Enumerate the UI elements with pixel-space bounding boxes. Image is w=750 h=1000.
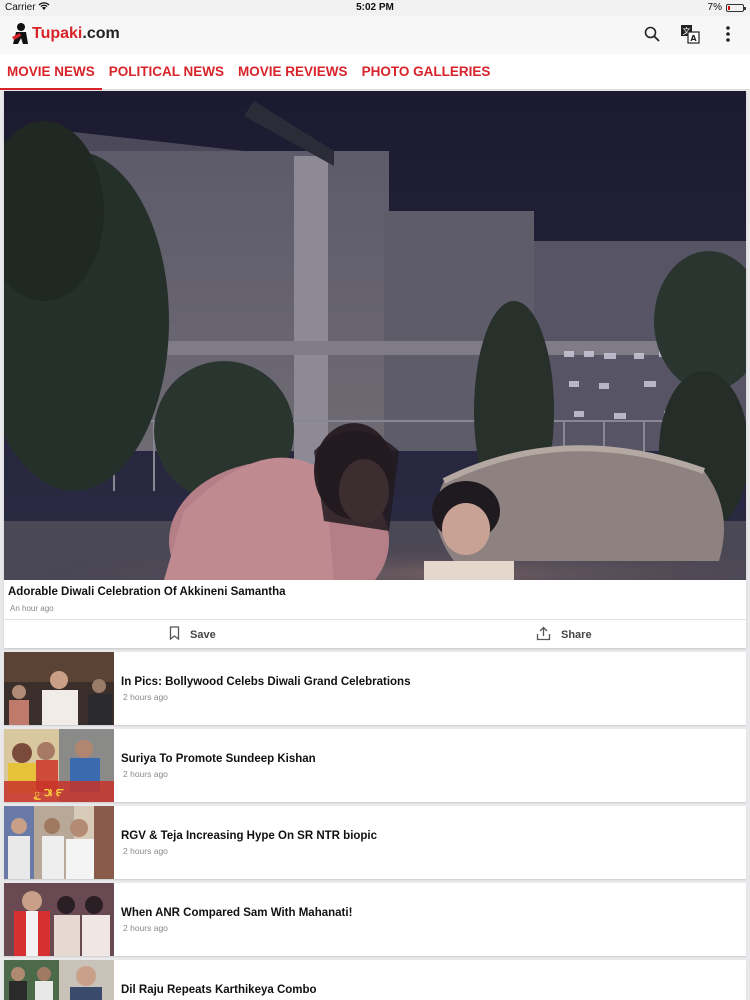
news-title[interactable]: Suriya To Promote Sundeep Kishan: [121, 753, 316, 765]
list-item[interactable]: When ANR Compared Sam With Mahanati! 2 h…: [4, 883, 746, 956]
svg-text:A: A: [690, 34, 697, 43]
list-item[interactable]: In Pics: Bollywood Celebs Diwali Grand C…: [4, 652, 746, 725]
clock: 5:02 PM: [356, 2, 394, 13]
more-vertical-icon[interactable]: [718, 24, 738, 44]
news-title[interactable]: When ANR Compared Sam With Mahanati!: [121, 907, 352, 919]
featured-article-card[interactable]: Adorable Diwali Celebration Of Akkineni …: [4, 91, 746, 648]
svg-text:ౖ ౫ ౯: ౖ ౫ ౯: [33, 786, 63, 800]
tab-political-news[interactable]: POLITICAL NEWS: [109, 54, 224, 89]
battery-percent: 7%: [707, 2, 722, 13]
logo-suffix: .com: [82, 25, 120, 42]
featured-timestamp: An hour ago: [10, 604, 54, 613]
app-bar: Tupaki.com 文 A: [0, 16, 750, 54]
bookmark-icon: [169, 626, 180, 643]
news-thumbnail[interactable]: [4, 883, 114, 956]
featured-title[interactable]: Adorable Diwali Celebration Of Akkineni …: [8, 586, 286, 598]
logo-person-icon: [11, 22, 31, 46]
save-button[interactable]: Save: [169, 626, 216, 643]
featured-photo[interactable]: [4, 91, 746, 580]
news-thumbnail[interactable]: [4, 652, 114, 725]
logo-name: Tupaki: [32, 25, 83, 42]
news-timestamp: 2 hours ago: [123, 846, 168, 856]
category-tabs: MOVIE NEWS POLITICAL NEWS MOVIE REVIEWS …: [0, 54, 750, 90]
save-label: Save: [190, 628, 216, 641]
share-button[interactable]: Share: [536, 626, 592, 644]
news-title[interactable]: RGV & Teja Increasing Hype On SR NTR bio…: [121, 830, 377, 842]
news-title[interactable]: Dil Raju Repeats Karthikeya Combo: [121, 984, 317, 996]
news-timestamp: 2 hours ago: [123, 692, 168, 702]
share-icon: [536, 626, 551, 644]
news-title[interactable]: In Pics: Bollywood Celebs Diwali Grand C…: [121, 676, 410, 688]
news-thumbnail[interactable]: [4, 960, 114, 1000]
tab-movie-news[interactable]: MOVIE NEWS: [0, 54, 102, 90]
search-icon[interactable]: [642, 24, 662, 44]
list-item[interactable]: RGV & Teja Increasing Hype On SR NTR bio…: [4, 806, 746, 879]
status-bar: Carrier 5:02 PM 7%: [0, 0, 750, 16]
list-item[interactable]: Dil Raju Repeats Karthikeya Combo: [4, 960, 746, 1000]
featured-actions-bar: Save Share: [4, 619, 746, 648]
news-thumbnail[interactable]: [4, 806, 114, 879]
list-item[interactable]: ౖ ౫ ౯ Suriya To Promote Sundeep Kishan 2…: [4, 729, 746, 802]
tab-photo-galleries[interactable]: PHOTO GALLERIES: [362, 54, 491, 89]
news-timestamp: 2 hours ago: [123, 923, 168, 933]
translate-icon[interactable]: 文 A: [680, 24, 700, 44]
news-timestamp: 2 hours ago: [123, 769, 168, 779]
news-thumbnail[interactable]: ౖ ౫ ౯: [4, 729, 114, 802]
tab-movie-reviews[interactable]: MOVIE REVIEWS: [238, 54, 348, 89]
share-label: Share: [561, 629, 592, 641]
battery-icon: [726, 4, 746, 12]
tupaki-logo[interactable]: Tupaki.com: [11, 20, 120, 48]
